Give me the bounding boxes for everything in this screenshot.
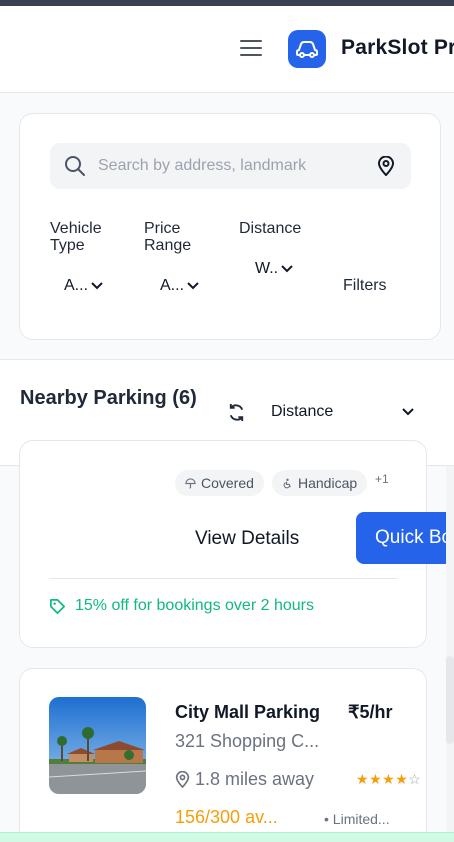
vehicle-type-label: Vehicle Type [50,220,102,254]
nearby-parking-title: Nearby Parking (6) [20,387,197,409]
chevron-down-icon [281,265,293,273]
star-icon: ★ [395,771,409,787]
promo-banner: 15% off for bookings over 2 hours [49,597,314,615]
umbrella-icon [185,477,196,489]
rating-stars: ★★★★☆ [356,771,421,788]
search-filters-panel: Search by address, landmark Vehicle Type… [19,113,441,340]
card-divider [49,578,397,579]
chevron-down-icon [187,282,199,290]
vehicle-type-value: A... [64,277,89,294]
chip-label: Handicap [298,475,358,491]
parking-photo [49,697,146,794]
app-header: ParkSlot Pr [0,6,454,93]
scrollbar-thumb[interactable] [446,656,454,744]
bottom-bar [0,832,454,842]
star-icon: ★ [382,771,396,787]
filters-button[interactable]: Filters [343,277,387,295]
parking-price: ₹5/hr [348,702,393,722]
price-range-value: A... [160,277,185,294]
search-bar[interactable]: Search by address, landmark [50,143,411,189]
star-icon: ★ [369,771,383,787]
availability-status: • Limited... [324,811,390,827]
more-amenities-count: +1 [375,472,389,486]
distance-value: W.. [255,260,279,277]
sort-select[interactable]: Distance [271,403,333,421]
distance-select[interactable]: W.. [255,260,294,278]
parking-address: 321 Shopping C... [175,731,320,751]
distance-label: Distance [239,220,302,237]
parking-card: Covered Handicap +1 View Details Quick B… [19,440,454,648]
accessibility-icon [283,478,291,488]
amenity-chip-covered: Covered [175,470,264,496]
parking-name: City Mall Parking [175,702,321,722]
parking-distance: 1.8 miles away [175,769,314,790]
quick-book-button[interactable]: Quick Bo [356,512,454,564]
map-pin-icon [175,771,190,788]
star-outline-icon: ☆ [408,771,422,787]
chevron-down-icon [91,282,103,290]
star-icon: ★ [356,771,370,787]
chevron-down-icon[interactable] [401,407,415,417]
vehicle-type-select[interactable]: A... [64,277,104,295]
search-icon [65,156,85,176]
price-range-label: Price Range [144,220,192,254]
promo-text: 15% off for bookings over 2 hours [75,597,314,614]
map-pin-icon[interactable] [377,156,395,176]
availability-count: 156/300 av... [175,807,278,827]
tag-icon [50,598,65,614]
chip-label: Covered [201,475,254,491]
view-details-button[interactable]: View Details [195,528,299,550]
scrollbar[interactable] [446,466,454,842]
car-icon [288,30,326,68]
app-brand-name: ParkSlot Pr [341,36,454,59]
amenity-chip-handicap: Handicap [272,470,368,496]
search-input[interactable]: Search by address, landmark [98,157,336,175]
hamburger-menu-icon[interactable] [240,40,262,58]
parking-card[interactable]: City Mall Parking ₹5/hr 321 Shopping C..… [19,668,427,842]
refresh-icon[interactable] [227,403,246,422]
distance-text: 1.8 miles away [195,769,315,789]
price-range-select[interactable]: A... [160,277,200,295]
